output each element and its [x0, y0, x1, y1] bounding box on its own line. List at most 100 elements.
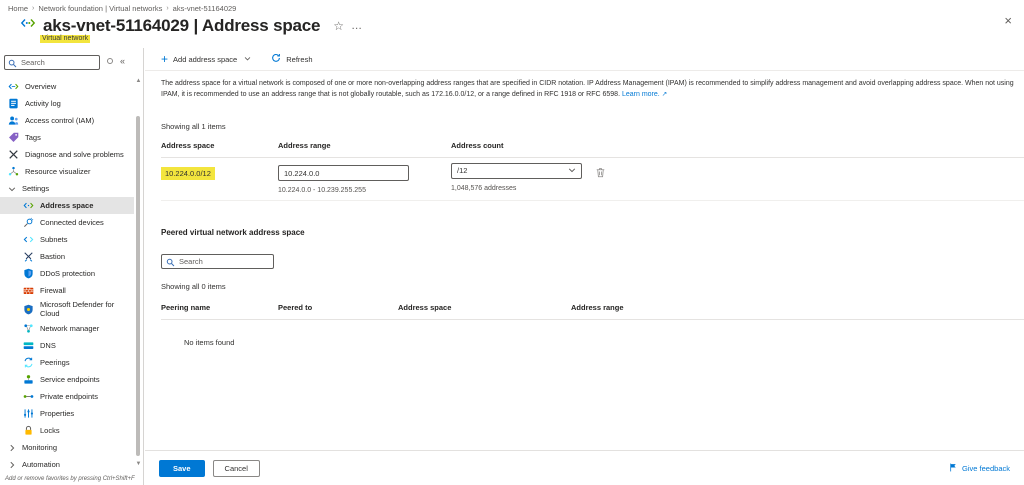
delete-icon[interactable]	[595, 165, 606, 183]
col-address-range: Address range	[278, 141, 451, 150]
scroll-down-icon[interactable]: ▼	[135, 461, 142, 467]
chevron-right-icon: ›	[32, 5, 34, 12]
page-title: aks-vnet-51164029 | Address space	[43, 16, 320, 36]
give-feedback-link[interactable]: Give feedback	[949, 463, 1010, 474]
sidebar-item-access-control[interactable]: Access control (IAM)	[0, 112, 134, 129]
breadcrumb: Home › Network foundation | Virtual netw…	[8, 4, 236, 13]
sidebar-item-private-endpoints[interactable]: Private endpoints	[0, 388, 134, 405]
sidebar-item-service-endpoints[interactable]: Service endpoints	[0, 371, 134, 388]
col-peered-to: Peered to	[278, 303, 398, 312]
collapse-sidebar-icon[interactable]: «	[120, 56, 125, 66]
sidebar-group-automation[interactable]: Automation	[0, 456, 134, 473]
azure-portal-blade: Home › Network foundation | Virtual netw…	[0, 0, 1024, 485]
address-space-table-header: Address space Address range Address coun…	[161, 141, 1024, 158]
feedback-flag-icon	[949, 463, 958, 474]
sidebar-group-settings[interactable]: Settings	[0, 180, 134, 197]
network-manager-icon	[23, 323, 34, 334]
address-count-dropdown[interactable]: /12	[451, 163, 582, 179]
chevron-down-icon	[568, 166, 576, 176]
refresh-button[interactable]: Refresh	[271, 53, 312, 65]
col-address-count: Address count	[451, 141, 1024, 150]
plus-icon: +	[161, 53, 168, 65]
add-address-space-button[interactable]: + Add address space	[161, 53, 251, 65]
chevron-right-icon	[8, 444, 16, 452]
address-range-input[interactable]	[278, 165, 409, 181]
resource-type-badge: Virtual network	[40, 35, 90, 43]
scroll-up-icon[interactable]: ▲	[135, 78, 142, 84]
sidebar-item-locks[interactable]: Locks	[0, 422, 134, 439]
bastion-icon	[23, 251, 34, 262]
address-space-icon	[23, 200, 34, 211]
sidebar-item-subnets[interactable]: Subnets	[0, 231, 134, 248]
menu-search-input[interactable]	[4, 55, 100, 70]
address-spaces-count: Showing all 1 items	[161, 122, 1024, 131]
scrollbar-thumb[interactable]	[136, 116, 140, 456]
sidebar-item-ddos-protection[interactable]: DDoS protection	[0, 265, 134, 282]
sidebar-scrollbar[interactable]: ▲ ▼	[135, 78, 142, 467]
tags-icon	[8, 132, 19, 143]
sidebar-item-peerings[interactable]: Peerings	[0, 354, 134, 371]
sidebar-item-diagnose[interactable]: Diagnose and solve problems	[0, 146, 134, 163]
learn-more-link[interactable]: Learn more.	[622, 91, 660, 98]
resource-menu-list: Overview Activity log Access control (IA…	[0, 78, 143, 473]
sidebar-item-resource-visualizer[interactable]: Resource visualizer	[0, 163, 134, 180]
favorites-hint: Add or remove favorites by pressing Ctrl…	[5, 476, 135, 482]
favorite-star-icon[interactable]: ☆	[333, 19, 344, 33]
more-options-icon[interactable]: …	[351, 20, 363, 32]
sidebar-item-address-space[interactable]: Address space	[0, 197, 134, 214]
divider	[161, 200, 1024, 201]
sidebar-item-activity-log[interactable]: Activity log	[0, 95, 134, 112]
col-address-space: Address space	[161, 141, 278, 150]
sidebar-item-firewall[interactable]: Firewall	[0, 282, 134, 299]
search-icon	[8, 55, 17, 73]
sidebar-item-bastion[interactable]: Bastion	[0, 248, 134, 265]
overview-icon	[8, 81, 19, 92]
peered-section-title: Peered virtual network address space	[161, 228, 1024, 237]
properties-icon	[23, 408, 34, 419]
blade-content: + Add address space Refresh The address …	[145, 48, 1024, 485]
peered-search-input[interactable]	[161, 254, 274, 269]
external-link-icon: ↗	[662, 91, 667, 98]
col-peering-name: Peering name	[161, 303, 278, 312]
address-space-table: Address space Address range Address coun…	[161, 141, 1024, 202]
address-space-row: 10.224.0.0/12 10.224.0.0 - 10.239.255.25…	[161, 158, 1024, 195]
refresh-icon	[271, 53, 281, 65]
col-peered-address-space: Address space	[398, 303, 571, 312]
search-icon	[166, 254, 175, 272]
chevron-right-icon: ›	[166, 5, 168, 12]
breadcrumb-home[interactable]: Home	[8, 4, 28, 13]
address-space-value[interactable]: 10.224.0.0/12	[161, 167, 215, 180]
resource-visualizer-icon	[8, 166, 19, 177]
footer-bar: Save Cancel Give feedback	[145, 450, 1024, 485]
peered-table: Peering name Peered to Address space Add…	[161, 303, 1024, 347]
sidebar-group-monitoring[interactable]: Monitoring	[0, 439, 134, 456]
sidebar-item-properties[interactable]: Properties	[0, 405, 134, 422]
peered-count: Showing all 0 items	[161, 282, 1024, 291]
sidebar-item-overview[interactable]: Overview	[0, 78, 134, 95]
sidebar-item-tags[interactable]: Tags	[0, 129, 134, 146]
breadcrumb-virtual-networks[interactable]: Network foundation | Virtual networks	[38, 4, 162, 13]
access-control-icon	[8, 115, 19, 126]
chevron-down-icon	[8, 185, 16, 193]
circle-indicator-icon[interactable]	[107, 58, 113, 64]
sidebar-item-defender[interactable]: Microsoft Defender for Cloud	[0, 299, 134, 320]
private-endpoints-icon	[23, 391, 34, 402]
diagnose-icon	[8, 149, 19, 160]
breadcrumb-vnet[interactable]: aks-vnet-51164029	[173, 4, 237, 13]
dns-icon	[23, 340, 34, 351]
virtual-network-icon	[20, 15, 36, 36]
save-button[interactable]: Save	[159, 460, 205, 477]
sidebar-item-dns[interactable]: DNS	[0, 337, 134, 354]
locks-icon	[23, 425, 34, 436]
firewall-icon	[23, 285, 34, 296]
sidebar-item-network-manager[interactable]: Network manager	[0, 320, 134, 337]
peered-table-header: Peering name Peered to Address space Add…	[161, 303, 1024, 320]
empty-message: No items found	[184, 338, 1024, 347]
cancel-button[interactable]: Cancel	[213, 460, 260, 477]
command-bar: + Add address space Refresh	[145, 48, 1024, 71]
close-icon[interactable]: ×	[1004, 14, 1012, 27]
address-space-description: The address space for a virtual network …	[161, 78, 1023, 101]
defender-shield-icon	[23, 304, 34, 315]
service-endpoints-icon	[23, 374, 34, 385]
sidebar-item-connected-devices[interactable]: Connected devices	[0, 214, 134, 231]
